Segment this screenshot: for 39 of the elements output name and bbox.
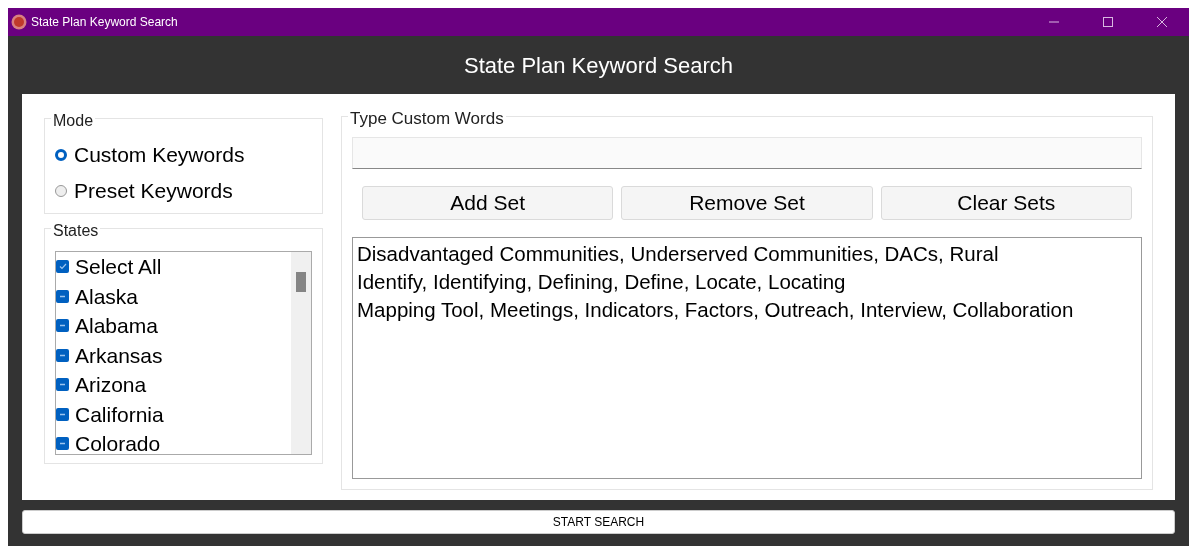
dash-icon	[59, 294, 66, 298]
set-button[interactable]: Add Set	[362, 186, 614, 220]
keyword-set[interactable]: Identify, Identifying, Defining, Define, Locate, Locating	[357, 268, 1137, 296]
window-title: State Plan Keyword Search	[31, 14, 178, 31]
keyword-set[interactable]: Mapping Tool, Meetings, Indicators, Factors, Outreach, Interview, Collaboration	[357, 296, 1137, 324]
start-search-button[interactable]: START SEARCH	[22, 510, 1175, 534]
close-icon	[1157, 17, 1167, 27]
checkbox[interactable]	[56, 260, 69, 274]
state-checkbox[interactable]: Alaska	[56, 281, 291, 311]
custom-words-field[interactable]	[352, 137, 1142, 169]
state-checkbox[interactable]: Colorado	[56, 429, 291, 454]
radio-button[interactable]	[55, 185, 67, 197]
state-checkbox[interactable]: Arizona	[56, 370, 291, 400]
checkbox[interactable]	[56, 407, 69, 421]
state-checkbox[interactable]: Select All	[56, 252, 291, 282]
dash-icon	[59, 383, 66, 387]
state-checkbox[interactable]: Arkansas	[56, 340, 291, 370]
dash-icon	[59, 442, 66, 446]
radio-button[interactable]	[55, 149, 67, 161]
set-button[interactable]: Remove Set	[621, 186, 873, 220]
dash-icon	[59, 412, 66, 416]
checkbox[interactable]	[56, 319, 69, 333]
checkbox[interactable]	[56, 437, 69, 451]
state-checkbox[interactable]: California	[56, 399, 291, 429]
checkbox[interactable]	[56, 348, 69, 362]
scrollbar[interactable]	[291, 252, 311, 454]
checkbox[interactable]	[56, 289, 69, 303]
dash-icon	[59, 324, 66, 328]
keyword-set[interactable]: Disadvantaged Communities, Underserved Communities, DACs, Rural	[357, 240, 1137, 268]
set-button[interactable]: Clear Sets	[880, 186, 1132, 220]
app-heading: State Plan Keyword Search	[463, 51, 733, 80]
radio-option[interactable]: Preset Keywords	[55, 173, 312, 209]
checkbox[interactable]	[56, 378, 69, 392]
check-icon	[58, 263, 67, 271]
dash-icon	[59, 353, 66, 357]
radio-option[interactable]: Custom Keywords	[55, 137, 312, 173]
maximize-icon	[1103, 17, 1113, 27]
state-checkbox[interactable]: Alabama	[56, 311, 291, 341]
app-logo-icon	[11, 14, 27, 30]
